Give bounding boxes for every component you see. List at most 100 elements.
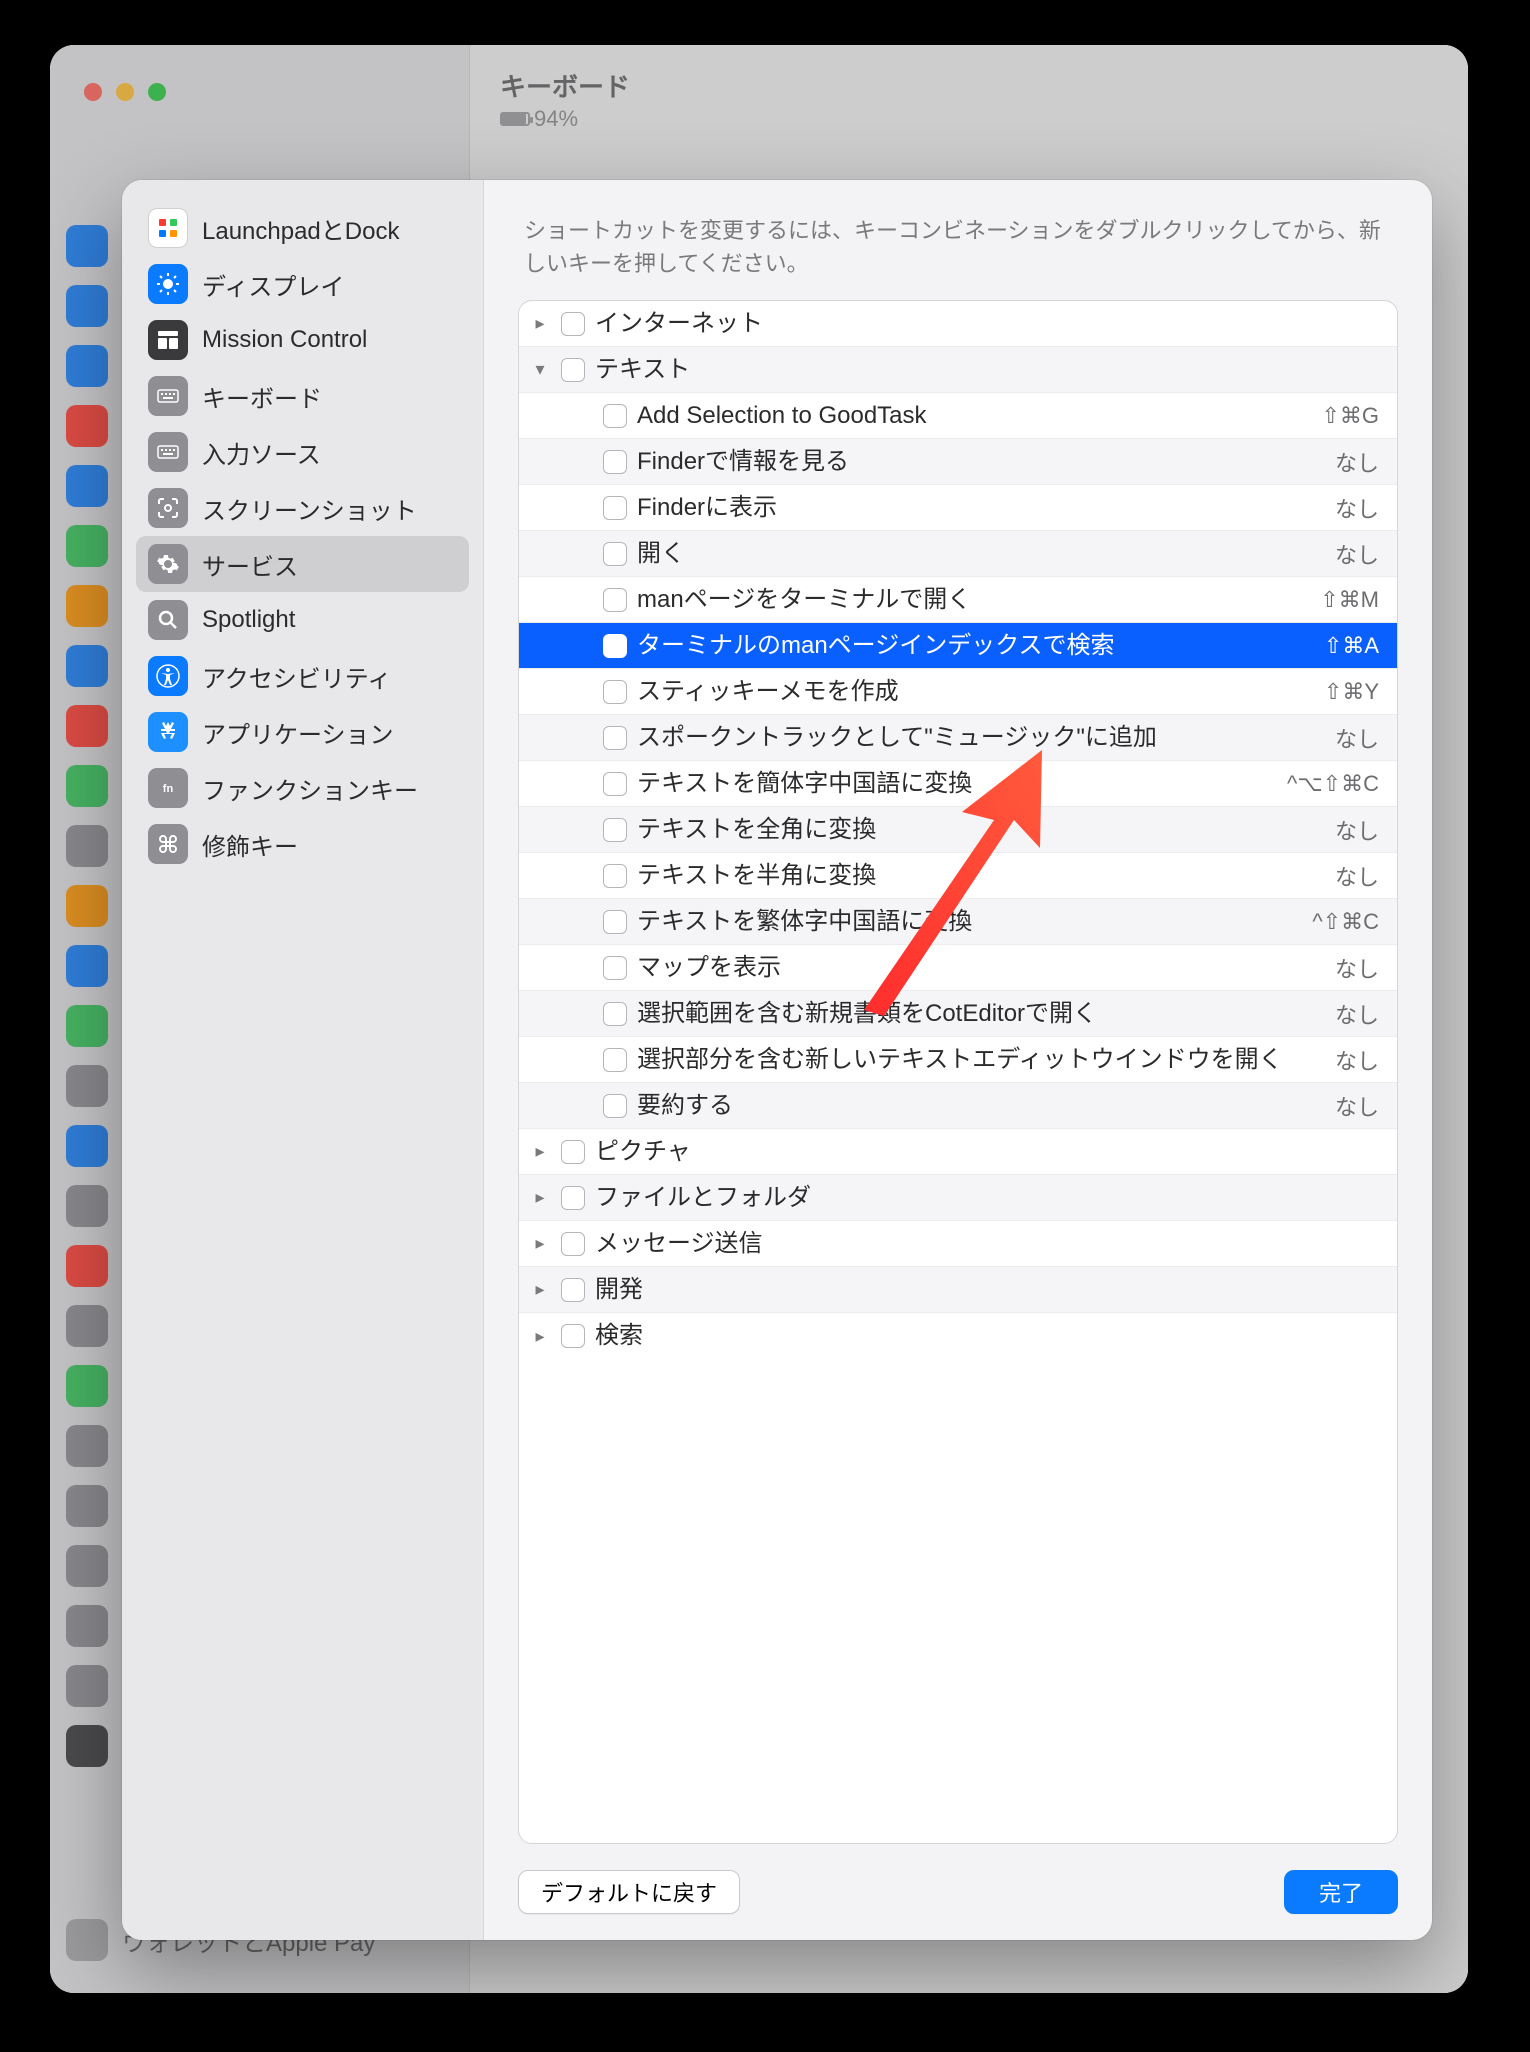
minimize-icon[interactable] (116, 83, 134, 101)
checkbox[interactable] (603, 818, 627, 842)
disclosure-icon[interactable]: ▸ (529, 1326, 551, 1347)
checkbox[interactable] (603, 864, 627, 888)
checkbox[interactable] (603, 588, 627, 612)
checkbox[interactable] (603, 910, 627, 934)
item-goodtask[interactable]: Add Selection to GoodTask ⇧⌘G (519, 393, 1397, 439)
group-search[interactable]: ▸ 検索 (519, 1313, 1397, 1359)
shortcut-label[interactable]: なし (1335, 446, 1379, 478)
sidebar-item-applications[interactable]: アプリケーション (136, 704, 469, 760)
item-to-traditional[interactable]: テキストを繁体字中国語に変換 ^⇧⌘C (519, 899, 1397, 945)
checkbox[interactable] (603, 1002, 627, 1026)
done-button[interactable]: 完了 (1284, 1870, 1398, 1914)
keyboard-shortcuts-sheet: LaunchpadとDock ディスプレイ Mission Control キー… (122, 180, 1432, 1940)
item-label: Finderで情報を見る (637, 446, 1325, 477)
group-files-folders[interactable]: ▸ ファイルとフォルダ (519, 1175, 1397, 1221)
sidebar-item-spotlight[interactable]: Spotlight (136, 592, 469, 648)
checkbox[interactable] (603, 680, 627, 704)
disclosure-icon[interactable]: ▾ (529, 359, 551, 380)
restore-defaults-button[interactable]: デフォルトに戻す (518, 1870, 740, 1914)
group-messages[interactable]: ▸ メッセージ送信 (519, 1221, 1397, 1267)
disclosure-icon[interactable]: ▸ (529, 1187, 551, 1208)
checkbox[interactable] (603, 496, 627, 520)
display-icon (148, 264, 188, 304)
close-icon[interactable] (84, 83, 102, 101)
sidebar-item-display[interactable]: ディスプレイ (136, 256, 469, 312)
sidebar-item-services[interactable]: サービス (136, 536, 469, 592)
item-summarize[interactable]: 要約する なし (519, 1083, 1397, 1129)
checkbox[interactable] (561, 312, 585, 336)
disclosure-icon[interactable]: ▸ (529, 313, 551, 334)
item-sticky[interactable]: スティッキーメモを作成 ⇧⌘Y (519, 669, 1397, 715)
shortcut-label[interactable]: なし (1335, 722, 1379, 754)
item-label: Finderに表示 (637, 492, 1325, 523)
sidebar-item-launchpad-dock[interactable]: LaunchpadとDock (136, 200, 469, 256)
sidebar-item-keyboard[interactable]: キーボード (136, 368, 469, 424)
checkbox[interactable] (561, 1324, 585, 1348)
item-man-open[interactable]: manページをターミナルで開く ⇧⌘M (519, 577, 1397, 623)
checkbox[interactable] (603, 634, 627, 658)
item-finder-info[interactable]: Finderで情報を見る なし (519, 439, 1397, 485)
disclosure-icon[interactable]: ▸ (529, 1233, 551, 1254)
shortcut-tree[interactable]: ▸ インターネット▾ テキスト Add Selection to GoodTas… (518, 300, 1398, 1844)
shortcut-label[interactable]: なし (1335, 538, 1379, 570)
disclosure-icon[interactable]: ▸ (529, 1279, 551, 1300)
sidebar-item-mission-control[interactable]: Mission Control (136, 312, 469, 368)
item-to-simplified[interactable]: テキストを簡体字中国語に変換 ^⌥⇧⌘C (519, 761, 1397, 807)
maximize-icon[interactable] (148, 83, 166, 101)
sidebar-item-label: アクセシビリティ (202, 659, 391, 694)
checkbox[interactable] (561, 1232, 585, 1256)
sidebar-item-label: Mission Control (202, 326, 367, 354)
shortcut-label[interactable]: ⇧⌘Y (1324, 679, 1379, 705)
shortcut-label[interactable]: なし (1335, 1090, 1379, 1122)
checkbox[interactable] (561, 1278, 585, 1302)
item-textedit[interactable]: 選択部分を含む新しいテキストエディットウインドウを開く なし (519, 1037, 1397, 1083)
item-to-halfwidth[interactable]: テキストを半角に変換 なし (519, 853, 1397, 899)
item-open[interactable]: 開く なし (519, 531, 1397, 577)
checkbox[interactable] (603, 404, 627, 428)
mission-icon (148, 320, 188, 360)
group-label: メッセージ送信 (595, 1228, 1379, 1259)
shortcut-label[interactable]: ^⇧⌘C (1312, 909, 1379, 935)
shortcut-label[interactable]: なし (1335, 860, 1379, 892)
checkbox[interactable] (603, 542, 627, 566)
disclosure-icon[interactable]: ▸ (529, 1141, 551, 1162)
item-label: テキストを簡体字中国語に変換 (637, 768, 1277, 799)
checkbox[interactable] (603, 956, 627, 980)
checkbox[interactable] (603, 772, 627, 796)
group-text[interactable]: ▾ テキスト (519, 347, 1397, 393)
checkbox[interactable] (561, 358, 585, 382)
item-finder-show[interactable]: Finderに表示 なし (519, 485, 1397, 531)
shortcut-label[interactable]: なし (1335, 998, 1379, 1030)
sidebar-item-input-sources[interactable]: 入力ソース (136, 424, 469, 480)
shortcut-label[interactable]: なし (1335, 492, 1379, 524)
sidebar-item-label: ファンクションキー (202, 771, 418, 806)
checkbox[interactable] (603, 1048, 627, 1072)
group-pictures[interactable]: ▸ ピクチャ (519, 1129, 1397, 1175)
shortcut-label[interactable]: なし (1335, 952, 1379, 984)
shortcut-label[interactable]: ⇧⌘M (1320, 587, 1379, 613)
shortcut-label[interactable]: なし (1335, 1044, 1379, 1076)
shortcut-label[interactable]: ^⌥⇧⌘C (1287, 771, 1379, 797)
group-development[interactable]: ▸ 開発 (519, 1267, 1397, 1313)
launchpad-icon (148, 208, 188, 248)
item-man-search[interactable]: ターミナルのmanページインデックスで検索 ⇧⌘A (519, 623, 1397, 669)
shortcut-label[interactable]: ⇧⌘G (1321, 403, 1379, 429)
checkbox[interactable] (603, 726, 627, 750)
wallet-icon (66, 1919, 108, 1961)
item-music-spoken[interactable]: スポークントラックとして"ミュージック"に追加 なし (519, 715, 1397, 761)
checkbox[interactable] (603, 1094, 627, 1118)
shortcut-label[interactable]: ⇧⌘A (1324, 633, 1379, 659)
shortcut-label[interactable]: なし (1335, 814, 1379, 846)
sidebar-item-modifier-keys[interactable]: 修飾キー (136, 816, 469, 872)
sidebar-item-screenshots[interactable]: スクリーンショット (136, 480, 469, 536)
item-label: manページをターミナルで開く (637, 584, 1310, 615)
checkbox[interactable] (561, 1140, 585, 1164)
item-to-fullwidth[interactable]: テキストを全角に変換 なし (519, 807, 1397, 853)
checkbox[interactable] (603, 450, 627, 474)
sidebar-item-function-keys[interactable]: fn ファンクションキー (136, 760, 469, 816)
sidebar-item-accessibility[interactable]: アクセシビリティ (136, 648, 469, 704)
group-internet[interactable]: ▸ インターネット (519, 301, 1397, 347)
item-coteditor[interactable]: 選択範囲を含む新規書類をCotEditorで開く なし (519, 991, 1397, 1037)
checkbox[interactable] (561, 1186, 585, 1210)
item-show-maps[interactable]: マップを表示 なし (519, 945, 1397, 991)
